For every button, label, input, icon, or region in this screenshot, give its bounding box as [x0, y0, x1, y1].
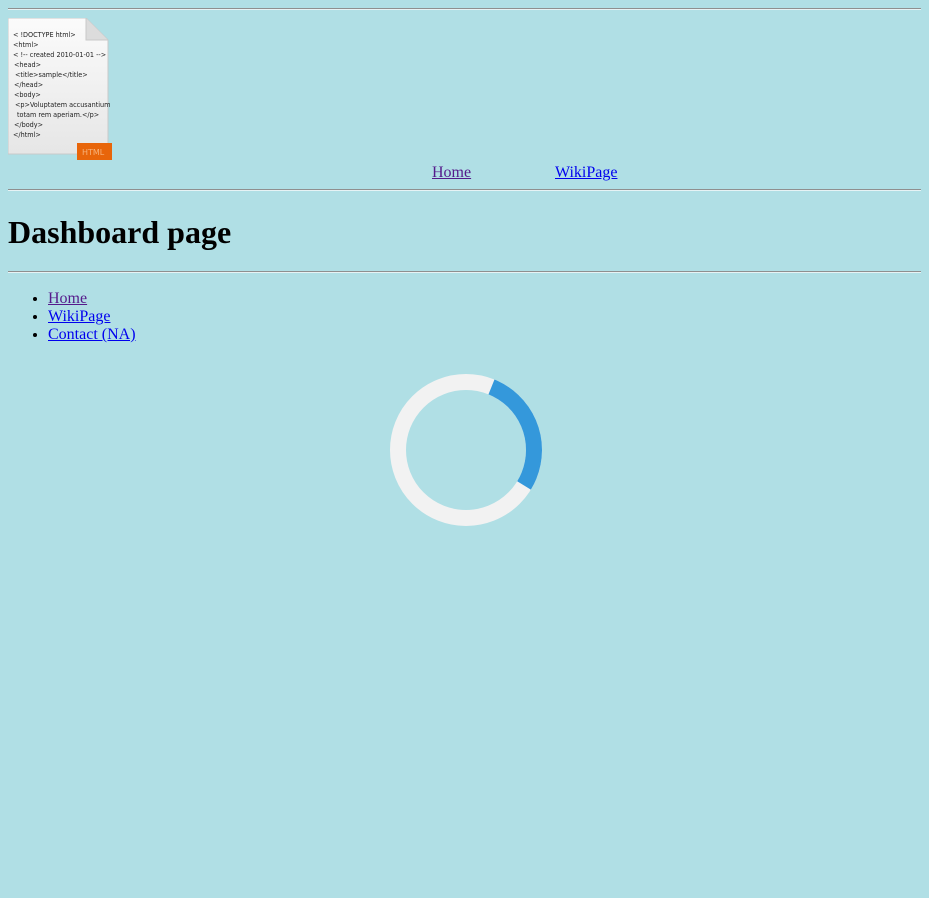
divider: [8, 8, 921, 10]
top-nav: Home WikiPage: [0, 163, 929, 185]
file-icon-line: < !-- created 2010-01-01 -->: [13, 50, 106, 59]
file-icon-badge: HTML: [82, 148, 105, 157]
top-nav-home-link[interactable]: Home: [432, 164, 471, 182]
top-nav-wikipage-link[interactable]: WikiPage: [555, 164, 617, 182]
page: < !DOCTYPE html> <html> < !-- created 20…: [0, 0, 929, 898]
file-icon-line: <p>Voluptatem accusantium: [15, 100, 110, 109]
page-title: Dashboard page: [8, 214, 232, 250]
side-link-contact[interactable]: Contact (NA): [48, 326, 136, 343]
list-item: Home: [48, 290, 136, 308]
html-file-icon: < !DOCTYPE html> <html> < !-- created 20…: [8, 18, 112, 160]
file-icon-line: </html>: [13, 130, 41, 139]
loading-spinner-icon: [389, 373, 543, 527]
file-icon-line: <html>: [13, 40, 39, 49]
side-link-wikipage[interactable]: WikiPage: [48, 308, 110, 325]
file-icon-line: totam rem aperiam.</p>: [17, 110, 99, 119]
file-icon-line: < !DOCTYPE html>: [13, 30, 76, 39]
file-icon-line: <head>: [14, 60, 41, 69]
side-links-list: Home WikiPage Contact (NA): [8, 290, 136, 344]
side-link-home[interactable]: Home: [48, 290, 87, 307]
list-item: Contact (NA): [48, 326, 136, 344]
file-icon-line: </body>: [14, 120, 43, 129]
spinner-arc: [390, 374, 542, 526]
file-icon-line: <title>sample</title>: [15, 70, 88, 79]
divider: [8, 271, 921, 273]
divider: [8, 189, 921, 191]
list-item: WikiPage: [48, 308, 136, 326]
file-icon-line: </head>: [14, 80, 43, 89]
file-icon-line: <body>: [14, 90, 41, 99]
